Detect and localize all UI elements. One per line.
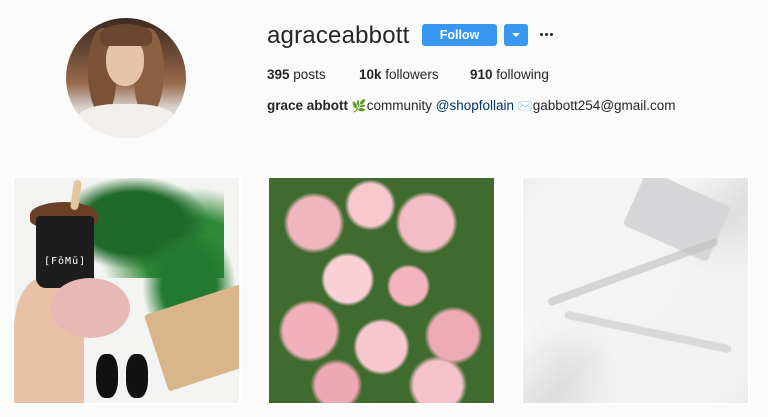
- laptop: [622, 178, 732, 263]
- mention-link[interactable]: @shopfollain: [436, 98, 514, 113]
- following-stat[interactable]: 910 following: [470, 67, 549, 82]
- post-thumbnail-roses[interactable]: [267, 176, 496, 405]
- avatar-shirt: [76, 104, 176, 138]
- ice-cream-cup-pink: [50, 278, 130, 338]
- avatar[interactable]: [66, 18, 186, 138]
- bio: grace abbott 🌿community @shopfollain ✉️g…: [267, 98, 676, 113]
- username: agraceabbott: [267, 22, 410, 49]
- envelope-icon: ✉️: [517, 99, 533, 113]
- posts-stat: 395 posts: [267, 67, 326, 82]
- post-thumbnail-sheets[interactable]: [521, 176, 750, 405]
- leaf-icon: 🌿: [351, 99, 367, 113]
- bio-email: gabbott254@gmail.com: [532, 98, 676, 113]
- follow-button[interactable]: Follow: [422, 24, 497, 46]
- suggestions-dropdown-button[interactable]: [504, 24, 528, 46]
- posts-count: 395: [267, 67, 290, 82]
- shoe: [126, 354, 148, 398]
- posts-label: posts: [293, 67, 326, 82]
- sheet-fold: [564, 310, 732, 354]
- full-name: grace abbott: [267, 98, 349, 113]
- ellipsis-dot: [545, 33, 548, 36]
- ellipsis-dot: [550, 33, 553, 36]
- chevron-down-icon: [512, 33, 520, 37]
- ellipsis-dot: [540, 33, 543, 36]
- followers-count: 10k: [359, 67, 382, 82]
- following-count: 910: [470, 67, 493, 82]
- ellipsis-icon[interactable]: [538, 27, 554, 41]
- post-thumbnail-ice-cream[interactable]: [FōMū]: [12, 176, 241, 405]
- avatar-hair-top: [100, 24, 152, 46]
- followers-label: followers: [385, 67, 439, 82]
- bio-community-text: community: [366, 98, 432, 113]
- cup-label: [FōMū]: [44, 256, 87, 267]
- following-label: following: [496, 67, 549, 82]
- sheet-fold: [547, 237, 719, 307]
- shoe: [96, 354, 118, 398]
- followers-stat[interactable]: 10k followers: [359, 67, 439, 82]
